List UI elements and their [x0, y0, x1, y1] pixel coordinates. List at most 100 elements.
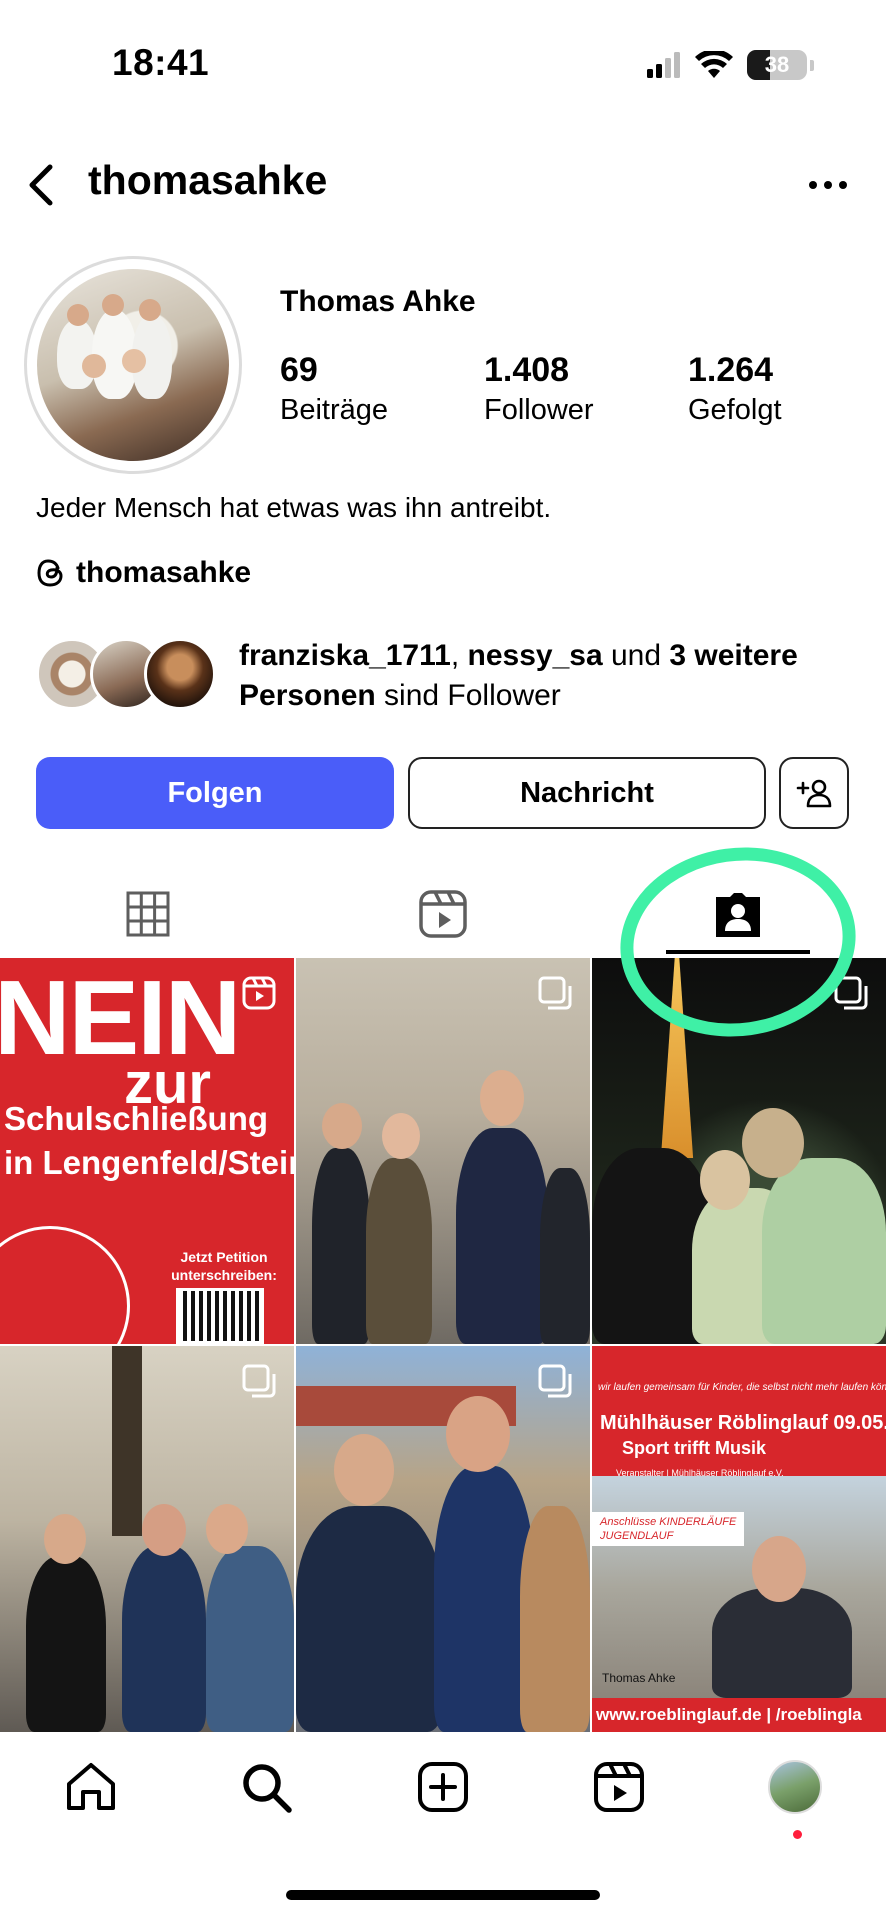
- carousel-icon: [538, 1364, 572, 1398]
- event-tagline: wir laufen gemeinsam für Kinder, die sel…: [598, 1382, 886, 1393]
- poster-line-1: Schulschließung: [4, 1100, 269, 1137]
- more-options-button[interactable]: [800, 160, 856, 210]
- create-post-icon: [418, 1762, 468, 1812]
- grid-post-1[interactable]: NEIN zur Schulschließung in Lengenfeld/S…: [0, 958, 294, 1344]
- photo-person: [762, 1158, 886, 1344]
- posts-stat: 69 Beiträge: [280, 350, 484, 430]
- back-button[interactable]: [16, 160, 66, 210]
- nav-create[interactable]: [408, 1752, 478, 1822]
- photo-head: [446, 1396, 510, 1472]
- mutual-follower-avatars: [36, 636, 226, 712]
- grid-post-5[interactable]: [296, 1346, 590, 1732]
- cellular-signal-icon: [647, 52, 680, 78]
- mutual-more: 3 weitere: [669, 639, 798, 672]
- photo-head: [480, 1070, 524, 1126]
- reels-icon: [594, 1762, 644, 1812]
- profile-stats: 69 Beiträge 1.408 Follower 1.264 Gefolgt: [280, 350, 886, 430]
- event-person-name: Thomas Ahke: [602, 1671, 676, 1685]
- grid-icon: [126, 891, 170, 937]
- notification-dot: [793, 1830, 802, 1839]
- photo-person: [26, 1556, 106, 1732]
- mutual-avatar-3: [144, 638, 216, 710]
- carousel-icon: [834, 976, 868, 1010]
- photo-person: [206, 1546, 294, 1732]
- nav-reels[interactable]: [584, 1752, 654, 1822]
- event-chip-1: Anschlüsse KINDERLÄUFE: [600, 1516, 737, 1528]
- status-icons: 38: [647, 50, 814, 80]
- tagged-user-icon: [716, 893, 760, 937]
- wifi-icon: [695, 51, 733, 78]
- event-date: 09.05.202: [833, 1412, 886, 1434]
- home-icon: [67, 1763, 115, 1810]
- photo-head: [700, 1150, 750, 1210]
- search-icon: [243, 1764, 292, 1813]
- battery-icon: 38: [747, 50, 807, 80]
- mutual-followers[interactable]: franziska_1711, nessy_sa und 3 weitere Pe…: [36, 636, 856, 716]
- poster-line-2: in Lengenfeld/Stein: [4, 1144, 294, 1181]
- profile-avatar[interactable]: [24, 256, 242, 474]
- grid-post-4[interactable]: [0, 1346, 294, 1732]
- nav-profile[interactable]: [760, 1752, 830, 1822]
- threads-icon: [37, 559, 63, 587]
- posts-grid: NEIN zur Schulschließung in Lengenfeld/S…: [0, 958, 886, 1732]
- photo-head: [334, 1434, 394, 1506]
- threads-handle: thomasahke: [76, 556, 252, 589]
- event-chip: Anschlüsse KINDERLÄUFE JUGENDLAUF: [592, 1512, 745, 1546]
- display-name: Thomas Ahke: [280, 285, 476, 318]
- grid-post-2[interactable]: [296, 958, 590, 1344]
- message-button[interactable]: Nachricht: [408, 757, 766, 829]
- grid-post-3[interactable]: [592, 958, 886, 1344]
- mutual-suffix: sind Follower: [375, 679, 561, 712]
- photo-person: [712, 1588, 852, 1698]
- tab-tagged[interactable]: [648, 870, 828, 958]
- following-label: Gefolgt: [688, 394, 782, 426]
- eiffel-tower: [660, 958, 694, 1158]
- photo-person: [296, 1506, 442, 1732]
- photo-head: [382, 1113, 420, 1159]
- following-stat[interactable]: 1.264 Gefolgt: [688, 350, 886, 430]
- reel-badge-icon: [242, 976, 276, 1010]
- photo-head: [752, 1536, 806, 1602]
- reels-icon: [419, 890, 467, 938]
- tab-reels[interactable]: [353, 870, 533, 958]
- event-title-b: Röblinglauf: [717, 1412, 828, 1434]
- profile-username: thomasahke: [88, 157, 328, 203]
- photo-person: [122, 1546, 206, 1732]
- battery-cap: [810, 59, 814, 71]
- mutual-user-2[interactable]: nessy_sa: [468, 639, 603, 672]
- profile-tabs: [0, 870, 886, 958]
- mutual-followers-text: franziska_1711, nessy_sa und 3 weitere Pe…: [239, 636, 798, 716]
- carousel-icon: [242, 1364, 276, 1398]
- photo-person: [312, 1148, 370, 1344]
- status-bar: 18:41 38: [0, 0, 886, 130]
- nav-home[interactable]: [56, 1752, 126, 1822]
- avatar-photo: [37, 269, 229, 461]
- followers-stat[interactable]: 1.408 Follower: [484, 350, 688, 430]
- photo-head: [322, 1103, 362, 1149]
- threads-link[interactable]: thomasahke: [36, 556, 251, 590]
- event-title-a: Mühlhäuser: [600, 1412, 718, 1434]
- event-title: Mühlhäuser Röblinglauf 09.05.202: [600, 1412, 886, 1435]
- photo-head: [44, 1514, 86, 1564]
- photo-person: [434, 1466, 534, 1732]
- nav-search[interactable]: [231, 1752, 301, 1822]
- posts-count: 69: [280, 351, 318, 389]
- event-photo: Anschlüsse KINDERLÄUFE JUGENDLAUF Thomas …: [592, 1476, 886, 1698]
- event-banner: wir laufen gemeinsam für Kinder, die sel…: [592, 1346, 886, 1478]
- photo-person: [520, 1506, 590, 1732]
- mutual-und: und: [602, 639, 670, 672]
- profile-bio: Jeder Mensch hat etwas was ihn antreibt.: [36, 492, 552, 523]
- grid-post-6[interactable]: wir laufen gemeinsam für Kinder, die sel…: [592, 1346, 886, 1732]
- follow-button[interactable]: Folgen: [36, 757, 394, 829]
- add-person-icon: [796, 779, 832, 808]
- suggested-users-button[interactable]: [779, 757, 849, 829]
- tab-posts-grid[interactable]: [58, 870, 238, 958]
- status-time: 18:41: [112, 42, 210, 83]
- followers-label: Follower: [484, 394, 594, 426]
- profile-thumbnail-avatar: [768, 1760, 822, 1814]
- mutual-sep: ,: [450, 639, 468, 672]
- event-chip-2: JUGENDLAUF: [600, 1530, 674, 1542]
- mutual-user-1[interactable]: franziska_1711: [239, 639, 451, 672]
- photo-person: [366, 1158, 432, 1344]
- bottom-nav: [0, 1732, 886, 1842]
